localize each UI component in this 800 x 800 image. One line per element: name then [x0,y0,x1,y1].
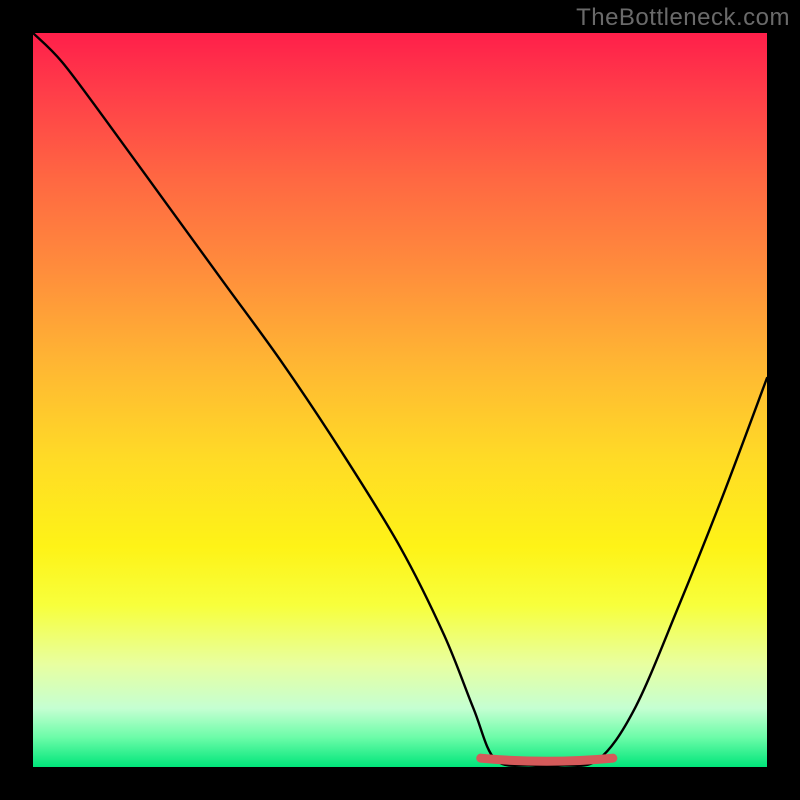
watermark-text: TheBottleneck.com [576,4,790,32]
plot-gradient-area [33,33,767,767]
bottleneck-curve-path [33,33,767,766]
chart-frame: TheBottleneck.com [0,0,800,800]
optimal-range-marker [481,758,613,761]
bottleneck-curve-svg [33,33,767,767]
